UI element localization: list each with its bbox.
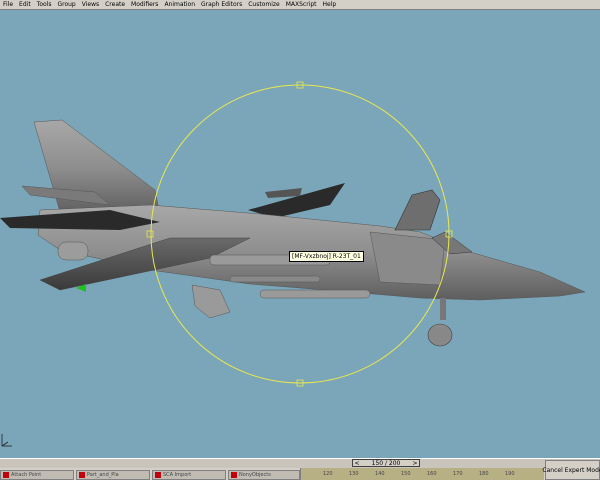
time-frame-readout: 150 / 200 [371,459,401,467]
track-tick-label: 130 [349,471,359,477]
taskbar-item-sca-import[interactable]: SCA Import [152,470,226,480]
viewport-scene [0,81,586,387]
menu-maxscript[interactable]: MAXScript [283,0,320,9]
object-name-tooltip: [MF-Vxzbnoj] R-23T_01 [289,251,364,262]
menu-animation[interactable]: Animation [161,0,198,9]
aircraft-model[interactable] [0,119,586,347]
canopy [394,189,441,231]
time-prev-button[interactable]: < [353,460,361,467]
taskbar-item-attach-point[interactable]: Attach Point [0,470,74,480]
menu-group[interactable]: Group [54,0,78,9]
menu-edit[interactable]: Edit [16,0,34,9]
menu-create[interactable]: Create [102,0,128,9]
drop-tank [57,241,89,261]
air-intake [369,231,446,286]
menu-bar: File Edit Tools Group Views Create Modif… [0,0,600,10]
menu-customize[interactable]: Customize [245,0,283,9]
track-tick-label: 190 [505,471,515,477]
menu-help[interactable]: Help [320,0,340,9]
menu-modifiers[interactable]: Modifiers [128,0,161,9]
menu-file[interactable]: File [0,0,16,9]
taskbar-item-nony-objects[interactable]: NonyObjects [228,470,300,480]
app-icon [231,472,237,478]
nose-gear-strut [440,298,446,320]
app-icon [155,472,161,478]
app-icon [79,472,85,478]
nose-gear-wheel [427,323,453,347]
main-gear [191,284,231,319]
track-tick-label: 150 [401,471,411,477]
track-tick-label: 120 [323,471,333,477]
track-bar[interactable]: 120 130 140 150 160 170 180 190 [300,468,544,480]
axis-tripod-icon [1,434,12,447]
track-tick-label: 180 [479,471,489,477]
track-tick-label: 160 [427,471,437,477]
time-next-button[interactable]: > [411,460,419,467]
time-slider[interactable]: < 150 / 200 > [352,459,420,467]
missile-pod [259,289,371,299]
menu-views[interactable]: Views [79,0,102,9]
missile-pod [229,275,321,283]
cancel-expert-mode-button[interactable]: Cancel Expert Mode [542,460,600,480]
app-icon [3,472,9,478]
taskbar-item-part-and-pla[interactable]: Part_and_Pla [76,470,150,480]
wing-upper [248,183,345,218]
menu-tools[interactable]: Tools [34,0,55,9]
track-tick-label: 170 [453,471,463,477]
perspective-viewport[interactable]: [MF-Vxzbnoj] R-23T_01 [0,10,600,458]
wing-upper-edge [265,188,302,198]
menu-graph-editors[interactable]: Graph Editors [198,0,245,9]
track-tick-label: 140 [375,471,385,477]
